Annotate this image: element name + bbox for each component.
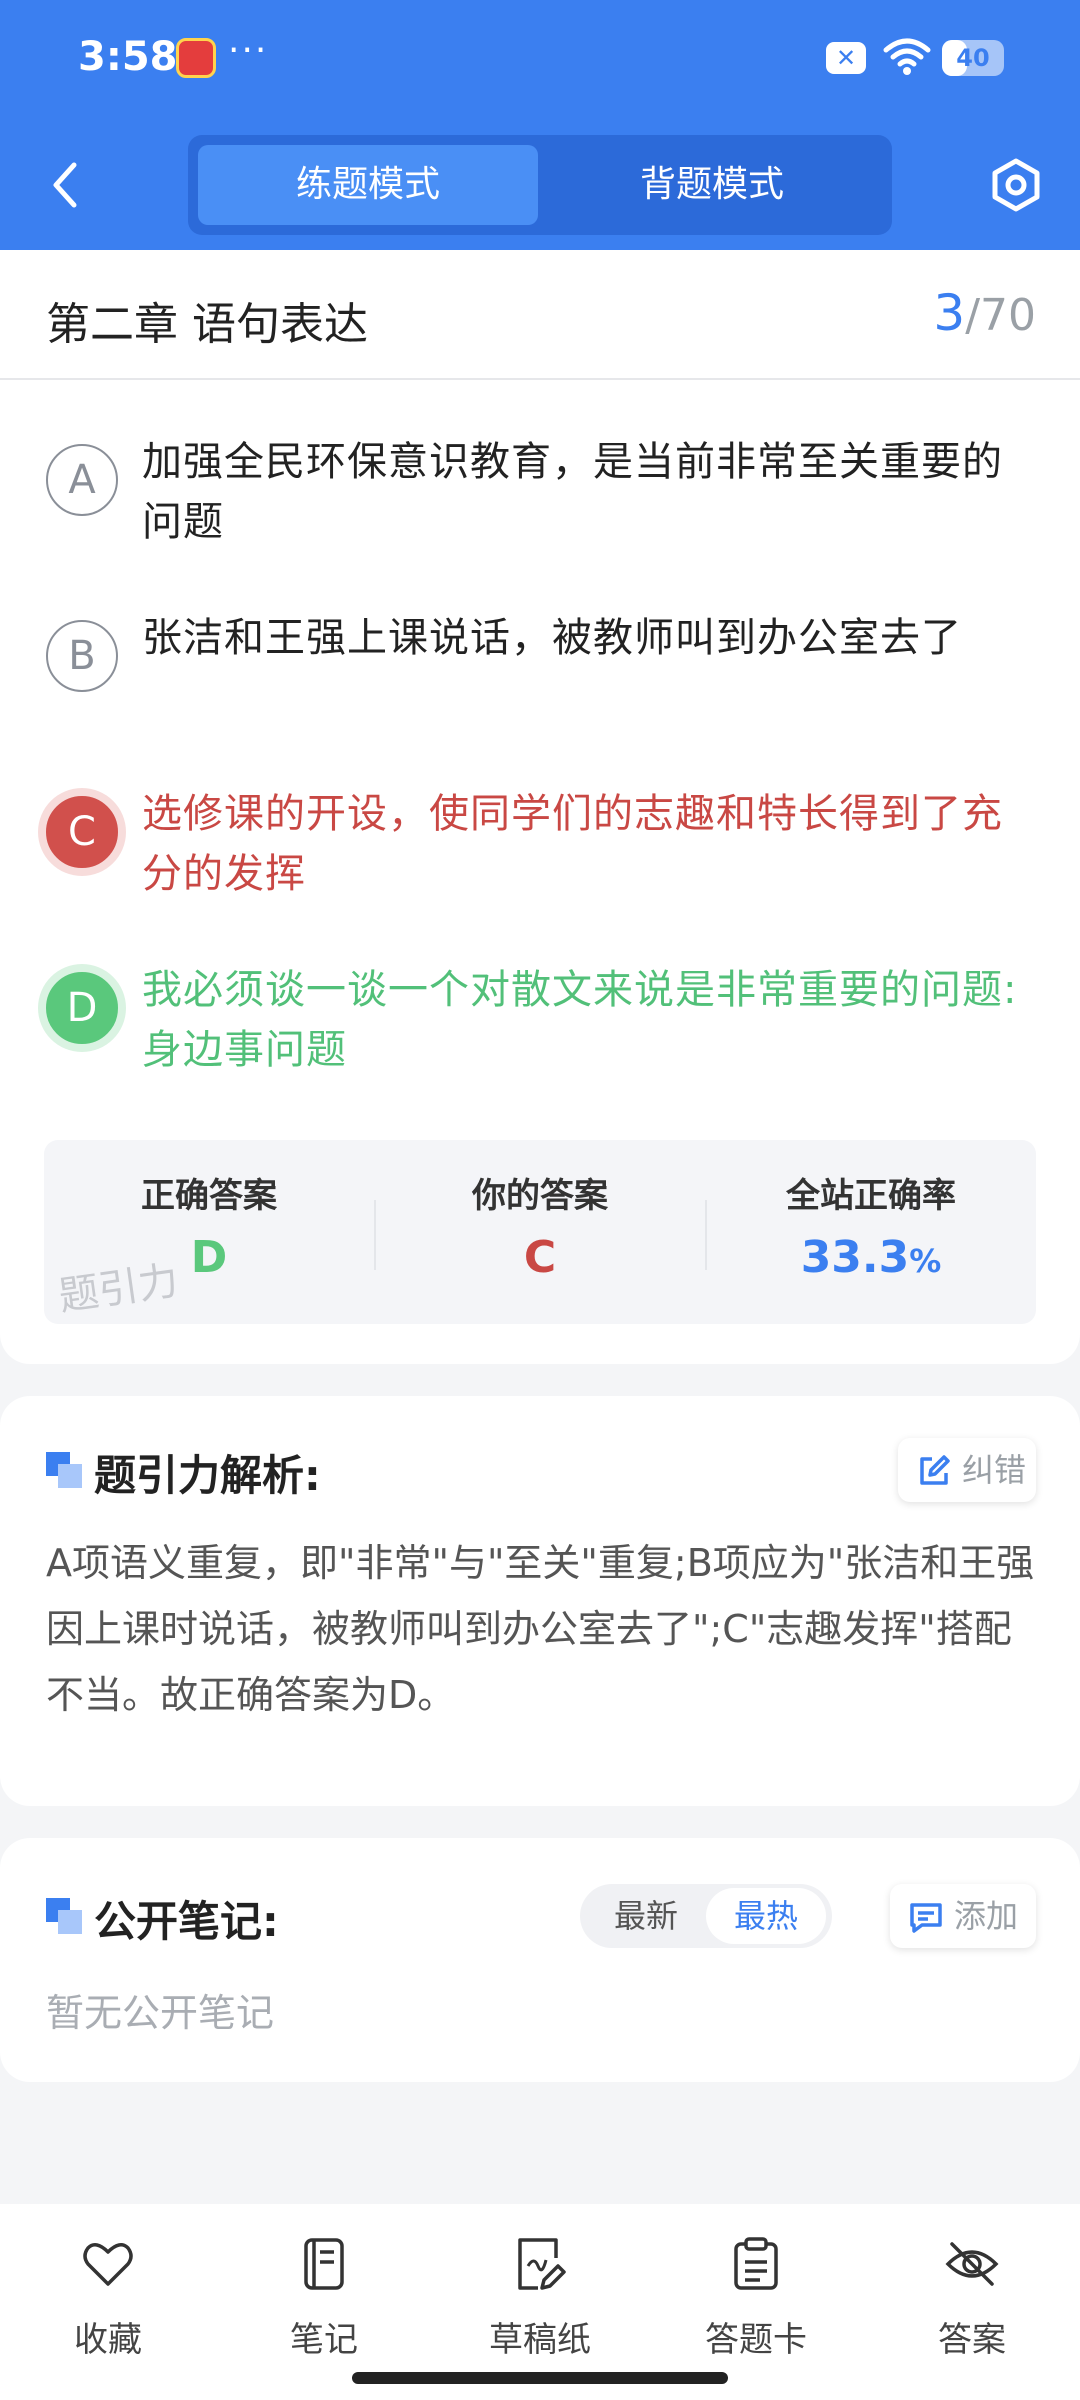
nav-favorite[interactable]: 收藏 bbox=[0, 2226, 216, 2366]
status-time: 3:58 bbox=[78, 34, 178, 80]
back-arrow-icon[interactable] bbox=[40, 155, 90, 215]
notebook-icon bbox=[304, 2238, 344, 2290]
your-answer-label: 你的答案 bbox=[472, 1176, 608, 1216]
tab-memorize-mode[interactable]: 背题模式 bbox=[542, 145, 882, 225]
accuracy-rate-unit: % bbox=[909, 1242, 942, 1280]
settings-icon[interactable] bbox=[986, 155, 1046, 215]
answer-stats: 正确答案 D 你的答案 C 全站正确率 33.3% bbox=[44, 1140, 1036, 1324]
nav-answer-sheet[interactable]: 答题卡 bbox=[648, 2226, 864, 2366]
battery-indicator: 40 bbox=[942, 40, 1004, 76]
nav-answer[interactable]: 答案 bbox=[864, 2226, 1080, 2366]
wifi-icon bbox=[883, 38, 931, 75]
eye-off-icon bbox=[945, 2242, 999, 2286]
status-bar: 3:58 ··· ✕ 40 bbox=[0, 0, 1080, 120]
notes-empty-text: 暂无公开笔记 bbox=[46, 1991, 275, 2035]
option-text: 我必须谈一谈一个对散文来说是非常重要的问题:身边事问题 bbox=[142, 967, 1018, 1073]
question-options-card: A 加强全民环保意识教育，是当前非常至关重要的问题 B 张洁和王强上课说话，被教… bbox=[0, 380, 1080, 1364]
sort-hottest[interactable]: 最热 bbox=[706, 1888, 826, 1944]
top-header: 3:58 ··· ✕ 40 练题模式 背题模式 bbox=[0, 0, 1080, 250]
current-question-number: 3 bbox=[933, 284, 966, 342]
edit-icon bbox=[920, 1455, 950, 1485]
nav-label: 答题卡 bbox=[705, 2320, 807, 2360]
accuracy-rate-stat: 全站正确率 33.3% bbox=[706, 1140, 1036, 1324]
option-text: 选修课的开设，使同学们的志趣和特长得到了充分的发挥 bbox=[142, 791, 1003, 897]
option-letter: A bbox=[46, 444, 118, 516]
accuracy-rate-label: 全站正确率 bbox=[786, 1176, 956, 1216]
battery-level: 40 bbox=[956, 44, 990, 72]
comment-icon bbox=[910, 1903, 942, 1933]
nav-label: 草稿纸 bbox=[489, 2320, 591, 2360]
your-answer-stat: 你的答案 C bbox=[375, 1140, 705, 1324]
accuracy-rate-number: 33.3 bbox=[800, 1232, 910, 1283]
chapter-title: 第二章 语句表达 bbox=[46, 299, 368, 350]
analysis-text: A项语义重复，即"非常"与"至关"重复;B项应为"张洁和王强因上课时说话，被教师… bbox=[46, 1541, 1035, 1717]
option-letter: B bbox=[46, 620, 118, 692]
notification-app-icon bbox=[176, 38, 216, 78]
nav-label: 收藏 bbox=[74, 2320, 142, 2360]
draft-icon bbox=[518, 2238, 566, 2290]
option-text: 张洁和王强上课说话，被教师叫到办公室去了 bbox=[142, 615, 962, 661]
more-notifications-icon: ··· bbox=[228, 30, 269, 71]
report-error-label: 纠错 bbox=[962, 1451, 1027, 1489]
analysis-card: 题引力解析: 纠错 A项语义重复，即"非常"与"至关"重复;B项应为"张洁和王强… bbox=[0, 1396, 1080, 1806]
heart-icon bbox=[83, 2243, 133, 2286]
nav-label: 答案 bbox=[938, 2320, 1006, 2360]
sort-newest[interactable]: 最新 bbox=[586, 1888, 706, 1944]
notes-title: 公开笔记: bbox=[94, 1897, 279, 1946]
home-indicator[interactable] bbox=[352, 2372, 728, 2384]
accuracy-rate-value: 33.3% bbox=[706, 1232, 1036, 1283]
chapter-bar: 第二章 语句表达 3/70 bbox=[0, 250, 1080, 380]
option-letter: D bbox=[46, 972, 118, 1044]
notes-sort-toggle: 最新 最热 bbox=[580, 1884, 832, 1948]
report-error-button[interactable]: 纠错 bbox=[898, 1438, 1036, 1502]
add-note-label: 添加 bbox=[954, 1897, 1019, 1935]
section-squares-icon bbox=[46, 1898, 82, 1934]
public-notes-card: 公开笔记: 最新 最热 添加 暂无公开笔记 bbox=[0, 1838, 1080, 2082]
no-sim-icon: ✕ bbox=[826, 42, 866, 74]
section-squares-icon bbox=[46, 1452, 82, 1488]
option-letter: C bbox=[46, 796, 118, 868]
your-answer-value: C bbox=[523, 1232, 557, 1283]
bottom-nav: 收藏 笔记 草稿纸 答题卡 答案 bbox=[0, 2204, 1080, 2400]
option-text: 加强全民环保意识教育，是当前非常至关重要的问题 bbox=[142, 439, 1003, 545]
analysis-title: 题引力解析: bbox=[94, 1451, 321, 1500]
correct-answer-label: 正确答案 bbox=[141, 1176, 277, 1216]
question-progress: 3/70 bbox=[933, 284, 1036, 342]
nav-notes[interactable]: 笔记 bbox=[216, 2226, 432, 2366]
clipboard-icon bbox=[734, 2237, 778, 2290]
total-questions: /70 bbox=[965, 290, 1036, 341]
nav-draft[interactable]: 草稿纸 bbox=[432, 2226, 648, 2366]
mode-switch: 练题模式 背题模式 bbox=[188, 135, 892, 235]
tab-practice-mode[interactable]: 练题模式 bbox=[198, 145, 538, 225]
add-note-button[interactable]: 添加 bbox=[890, 1884, 1036, 1948]
nav-label: 笔记 bbox=[290, 2320, 358, 2360]
